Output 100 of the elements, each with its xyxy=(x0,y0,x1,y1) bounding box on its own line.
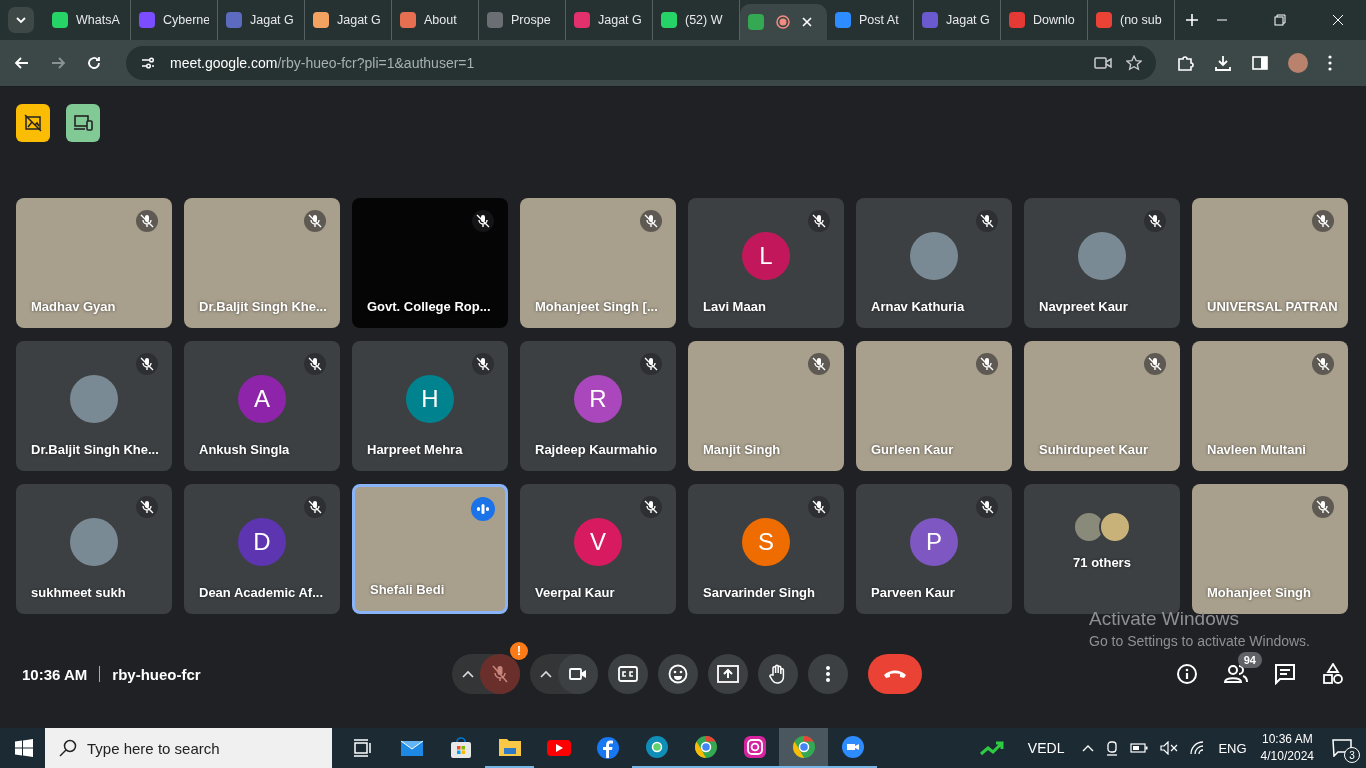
letter-avatar: P xyxy=(910,518,958,566)
participant-name: Sarvarinder Singh xyxy=(703,585,815,600)
new-tab-icon[interactable] xyxy=(1185,13,1199,27)
emoji-button[interactable] xyxy=(658,654,698,694)
shapes-icon[interactable] xyxy=(1322,663,1344,685)
tab-search-button[interactable] xyxy=(8,7,34,33)
avatar-circle xyxy=(1078,232,1126,280)
windows-start-icon[interactable] xyxy=(15,739,33,757)
site-settings-icon[interactable] xyxy=(140,55,156,71)
participant-name: Dr.Baljit Singh Khe... xyxy=(199,299,327,314)
blocked-image-icon xyxy=(24,114,42,132)
restore-icon[interactable] xyxy=(1274,14,1286,26)
avatar-circle xyxy=(910,232,958,280)
meeting-code: rby-hueo-fcr xyxy=(112,665,201,683)
captions-icon xyxy=(618,666,638,682)
chat-icon[interactable] xyxy=(1274,663,1296,685)
participant-name: Mohanjeet Singh [... xyxy=(535,299,658,314)
letter-avatar: V xyxy=(574,518,622,566)
forward-icon[interactable] xyxy=(50,55,66,71)
phone-icon xyxy=(883,669,907,679)
clock-time: 10:36 AM xyxy=(1261,731,1313,748)
letter-avatar: L xyxy=(742,232,790,280)
present-screen-icon xyxy=(717,665,739,683)
participant-name: UNIVERSAL PATRAN xyxy=(1207,299,1338,314)
chevron-up-icon[interactable] xyxy=(462,670,474,678)
menu-icon[interactable] xyxy=(1328,55,1332,71)
back-icon[interactable] xyxy=(14,55,30,71)
activation-title: Activate Windows xyxy=(1089,608,1240,630)
address-field[interactable]: meet.google.com/rby-hueo-fcr?pli=1&authuser=1 xyxy=(126,46,1156,80)
participant-name: Dr.Baljit Singh Khe... xyxy=(31,442,159,457)
download-icon[interactable] xyxy=(1214,54,1232,72)
camera-icon xyxy=(569,667,587,681)
profile-avatar[interactable] xyxy=(1288,53,1308,73)
microphone-off-button[interactable] xyxy=(480,654,520,694)
participant-name: Harpreet Mehra xyxy=(367,442,463,457)
participant-name: Manjit Singh xyxy=(703,442,781,457)
participant-name: Ankush Singla xyxy=(199,442,290,457)
participant-name: Govt. College Rop... xyxy=(367,299,491,314)
participant-name: Madhav Gyan xyxy=(31,299,116,314)
more-vert-icon xyxy=(826,666,830,682)
chevron-up-icon[interactable] xyxy=(540,670,552,678)
speaker-muted-icon[interactable] xyxy=(1160,741,1179,755)
chrome-browser-icon xyxy=(791,735,816,759)
participant-count-badge: 94 xyxy=(1237,652,1262,668)
meeting-time: 10:36 AM xyxy=(22,665,88,683)
taskbar-search-field[interactable]: Type here to search xyxy=(45,728,332,768)
companion-mode-button[interactable] xyxy=(66,104,100,142)
stock-ticker[interactable]: VEDL xyxy=(1027,740,1065,756)
participant-name: Rajdeep Kaurmahio xyxy=(535,442,658,457)
webcam-icon[interactable] xyxy=(1106,740,1119,756)
leave-call-button[interactable] xyxy=(868,654,922,694)
taskbar-clock[interactable]: 10:36 AM 4/10/2024 xyxy=(1260,731,1314,765)
chrome-browser-icon xyxy=(693,735,718,759)
participant-name: Navpreet Kaur xyxy=(1039,299,1128,314)
participant-name: Shefali Bedi xyxy=(370,582,445,597)
microphone-control[interactable] xyxy=(452,654,520,694)
raise-hand-button[interactable] xyxy=(758,654,798,694)
muted-mic-icon xyxy=(492,665,508,683)
close-icon[interactable] xyxy=(802,17,812,27)
store-bag-icon xyxy=(449,737,472,759)
participant-name: Mohanjeet Singh xyxy=(1207,585,1311,600)
mail-icon xyxy=(399,738,424,758)
letter-avatar: R xyxy=(574,375,622,423)
facebook-icon xyxy=(595,736,620,760)
letter-avatar: H xyxy=(406,375,454,423)
browser-tab[interactable] xyxy=(740,4,827,40)
hand-icon xyxy=(769,664,787,684)
participant-name: Veerpal Kaur xyxy=(535,585,615,600)
camera-control[interactable] xyxy=(530,654,598,694)
participant-name: Arnav Kathuria xyxy=(871,299,965,314)
camera-button[interactable] xyxy=(558,654,598,694)
stock-trend-icon xyxy=(979,740,1006,756)
warning-badge: ! xyxy=(510,642,528,660)
present-screen-button[interactable] xyxy=(708,654,748,694)
reload-icon[interactable] xyxy=(86,55,102,71)
more-options-button[interactable] xyxy=(808,654,848,694)
camera-icon[interactable] xyxy=(1094,56,1112,70)
avatar-circle xyxy=(70,375,118,423)
extensions-icon[interactable] xyxy=(1176,54,1194,72)
info-icon[interactable] xyxy=(1176,663,1198,685)
participant-name: 71 others xyxy=(1072,555,1132,570)
star-icon[interactable] xyxy=(1126,55,1142,71)
captions-button[interactable] xyxy=(608,654,648,694)
language-indicator[interactable]: ENG xyxy=(1218,740,1247,756)
avatar-circle xyxy=(70,518,118,566)
participant-name: sukhmeet sukh xyxy=(31,585,126,600)
participant-name: Suhirdupeet Kaur xyxy=(1039,442,1149,457)
people-icon[interactable] xyxy=(1224,664,1248,684)
devices-icon xyxy=(73,114,93,132)
battery-icon[interactable] xyxy=(1130,743,1149,753)
chevron-down-icon xyxy=(15,14,27,26)
letter-avatar: D xyxy=(238,518,286,566)
camera-app-icon xyxy=(742,735,767,759)
letter-avatar: S xyxy=(742,518,790,566)
side-panel-icon[interactable] xyxy=(1252,55,1268,71)
visual-effects-button[interactable] xyxy=(16,104,50,142)
letter-avatar: A xyxy=(238,375,286,423)
participant-name: Lavi Maan xyxy=(703,299,766,314)
url-text: meet.google.com/rby-hueo-fcr?pli=1&authuser=1 xyxy=(170,55,475,71)
close-icon[interactable] xyxy=(1332,14,1344,26)
